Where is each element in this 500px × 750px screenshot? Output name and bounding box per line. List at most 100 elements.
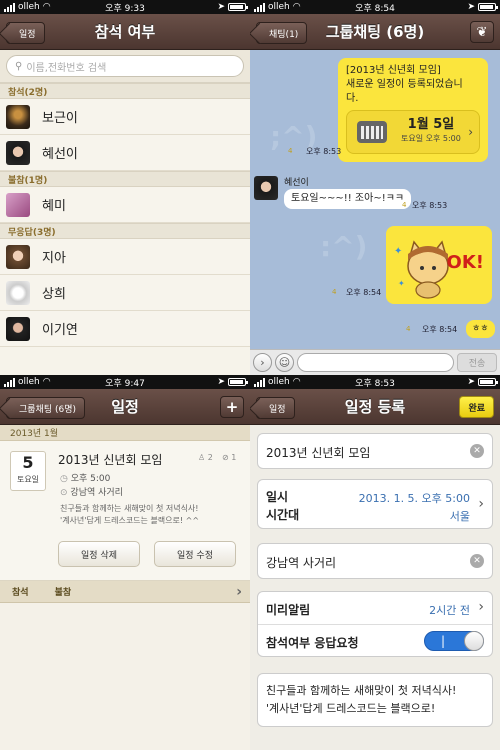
location-icon: ➤	[467, 377, 475, 387]
memo-field[interactable]: 친구들과 함께하는 새해맞이 첫 저녁식사! '계사년'답게 드레스코드는 블랙…	[257, 673, 493, 727]
person-name: 이기연	[42, 323, 78, 338]
smiley-icon: ☺	[278, 356, 291, 369]
event-weekday: 토요일	[16, 475, 40, 484]
back-button[interactable]: 일정	[256, 397, 295, 419]
event-item[interactable]: 5 토요일 2013년 신년회 모임 ◷ 오후 5:00 ⊙ 강남역 사거리 ♙…	[0, 441, 250, 581]
event-card[interactable]: 1월 5일 토요일 오후 5:00 ›	[346, 110, 480, 154]
datetime-label: 일시	[266, 490, 289, 504]
sticker-bubble[interactable]: ✦ ✦ OK!	[386, 226, 492, 304]
timezone-label: 시간대	[266, 508, 300, 522]
location-icon: ➤	[467, 2, 475, 12]
event-name-field[interactable]: 2013년 신년회 모임 ✕	[257, 433, 493, 469]
datetime-value: 2013. 1. 5. 오후 5:00	[358, 492, 470, 505]
page-title: 일정 등록	[344, 398, 406, 416]
clock-icon: ◷	[60, 474, 68, 484]
send-button[interactable]: 전송	[457, 353, 497, 372]
message-time: 오후 8:54	[422, 325, 458, 334]
add-schedule-button[interactable]: +	[220, 396, 244, 418]
description-line: 친구들과 함께하는 새해맞이 첫 저녁식사!	[60, 504, 199, 513]
timezone-value: 서울	[449, 510, 470, 523]
list-item[interactable]: 보근이	[0, 99, 250, 135]
person-icon: ♙	[198, 453, 206, 462]
search-input[interactable]: ⚲ 이름,전화번호 검색	[6, 55, 244, 77]
reminder-value: 2시간 전	[429, 604, 470, 617]
sender-name: 혜선이	[284, 178, 309, 188]
location-icon: ➤	[217, 2, 225, 12]
chat-menu-button[interactable]: ❦	[470, 21, 494, 43]
back-button[interactable]: 채팅(1)	[256, 22, 308, 44]
carrier-label: olleh	[268, 2, 290, 12]
leaf-icon: ❦	[476, 24, 488, 40]
status-bar: olleh ◠ 오후 9:47 ➤	[0, 375, 250, 389]
event-place-row: ⊙ 강남역 사거리	[60, 485, 123, 498]
location-icon: ➤	[217, 377, 225, 387]
clear-icon[interactable]: ✕	[470, 554, 484, 568]
page-title: 일정	[111, 398, 139, 416]
nav-bar: 일정 참석 여부	[0, 14, 250, 50]
avatar[interactable]	[254, 176, 278, 200]
section-header-no-reply: 무응답(3명)	[0, 223, 250, 239]
person-absent-icon: ⊘	[222, 453, 229, 462]
list-item[interactable]: 혜선이	[0, 135, 250, 171]
list-item[interactable]: 혜미	[0, 187, 250, 223]
notice-line: 새로운 일정이 등록되었습니	[346, 79, 463, 90]
chevron-right-icon: ›	[260, 356, 265, 369]
tab-attend[interactable]: 참석	[12, 585, 29, 598]
absent-count: ⊘ 1	[222, 453, 236, 462]
back-button[interactable]: 그룹채팅 (6명)	[6, 397, 86, 419]
edit-event-button[interactable]: 일정 수정	[154, 541, 236, 567]
search-icon: ⚲	[15, 60, 23, 72]
rsvp-toggle[interactable]: |	[424, 631, 484, 651]
section-header-absent: 불참(1명)	[0, 171, 250, 187]
background-pattern: :^)	[320, 230, 368, 263]
chevron-right-icon: ›	[468, 125, 473, 139]
signal-icon	[254, 2, 265, 12]
tab-absent[interactable]: 불참	[55, 585, 72, 598]
status-bar: olleh ◠ 오후 8:54 ➤	[250, 0, 500, 14]
message-input[interactable]	[297, 353, 454, 372]
svg-text:✦: ✦	[394, 246, 402, 257]
datetime-row[interactable]: 일시 시간대 2013. 1. 5. 오후 5:00 서울 ›	[257, 479, 493, 529]
list-item[interactable]: 지아	[0, 239, 250, 275]
message-bubble[interactable]: 토요일~~~!! 조아~!ㅋㅋ	[284, 189, 412, 209]
memo-line: '계사년'답게 드레스코드는 블랙으로!	[266, 702, 436, 715]
list-item[interactable]: 이기연	[0, 311, 250, 347]
group-chat-screen: olleh ◠ 오후 8:54 ➤ 채팅(1) 그룹채팅 (6명) ❦ ;^) :…	[250, 0, 500, 375]
place-field[interactable]: 강남역 사거리 ✕	[257, 543, 493, 579]
chat-input-bar: › ☺ 전송	[250, 349, 500, 375]
nav-bar: 일정 일정 등록 완료	[250, 389, 500, 425]
calendar-icon	[357, 121, 387, 143]
chat-area[interactable]: ;^) :^) [2013년 신년회 모임] 새로운 일정이 등록되었습니 다.…	[250, 50, 500, 349]
attend-count-value: 2	[207, 453, 213, 462]
event-time-row: ◷ 오후 5:00	[60, 471, 110, 484]
status-bar: olleh ◠ 오후 9:33 ➤	[0, 0, 250, 14]
rsvp-label: 참석여부 응답요청	[266, 636, 359, 650]
message-time: 오후 8:53	[306, 147, 342, 156]
delete-event-button[interactable]: 일정 삭제	[58, 541, 140, 567]
message-bubble[interactable]: ㅎㅎ	[466, 320, 495, 338]
notice-line: 다.	[346, 93, 359, 104]
wifi-icon: ◠	[292, 2, 301, 12]
done-button[interactable]: 완료	[459, 396, 494, 418]
signal-icon	[4, 2, 15, 12]
event-description: 친구들과 함께하는 새해맞이 첫 저녁식사! '계사년'답게 드레스코드는 블랙…	[60, 503, 240, 527]
list-item[interactable]: 상희	[0, 275, 250, 311]
attendance-tabs[interactable]: 참석 불참 ›	[0, 581, 250, 603]
back-button[interactable]: 일정	[6, 22, 45, 44]
event-notice-bubble[interactable]: [2013년 신년회 모임] 새로운 일정이 등록되었습니 다. 1월 5일 토…	[338, 58, 488, 162]
nav-bar: 그룹채팅 (6명) 일정 +	[0, 389, 250, 425]
avatar	[6, 104, 30, 129]
month-header: 2013년 1월	[0, 425, 250, 441]
memo-line: 친구들과 함께하는 새해맞이 첫 저녁식사!	[266, 684, 457, 697]
wifi-icon: ◠	[42, 377, 51, 387]
person-name: 상희	[42, 287, 66, 302]
chevron-right-icon: ›	[236, 583, 242, 600]
chevron-right-icon: ›	[478, 496, 484, 512]
more-button[interactable]: ›	[253, 353, 272, 372]
page-title: 그룹채팅 (6명)	[325, 23, 425, 41]
event-day: 5	[22, 453, 34, 472]
clear-icon[interactable]: ✕	[470, 444, 484, 458]
emoticon-button[interactable]: ☺	[275, 353, 294, 372]
battery-icon	[478, 3, 498, 11]
reminder-row[interactable]: 미리알림 2시간 전 ›	[258, 592, 492, 625]
